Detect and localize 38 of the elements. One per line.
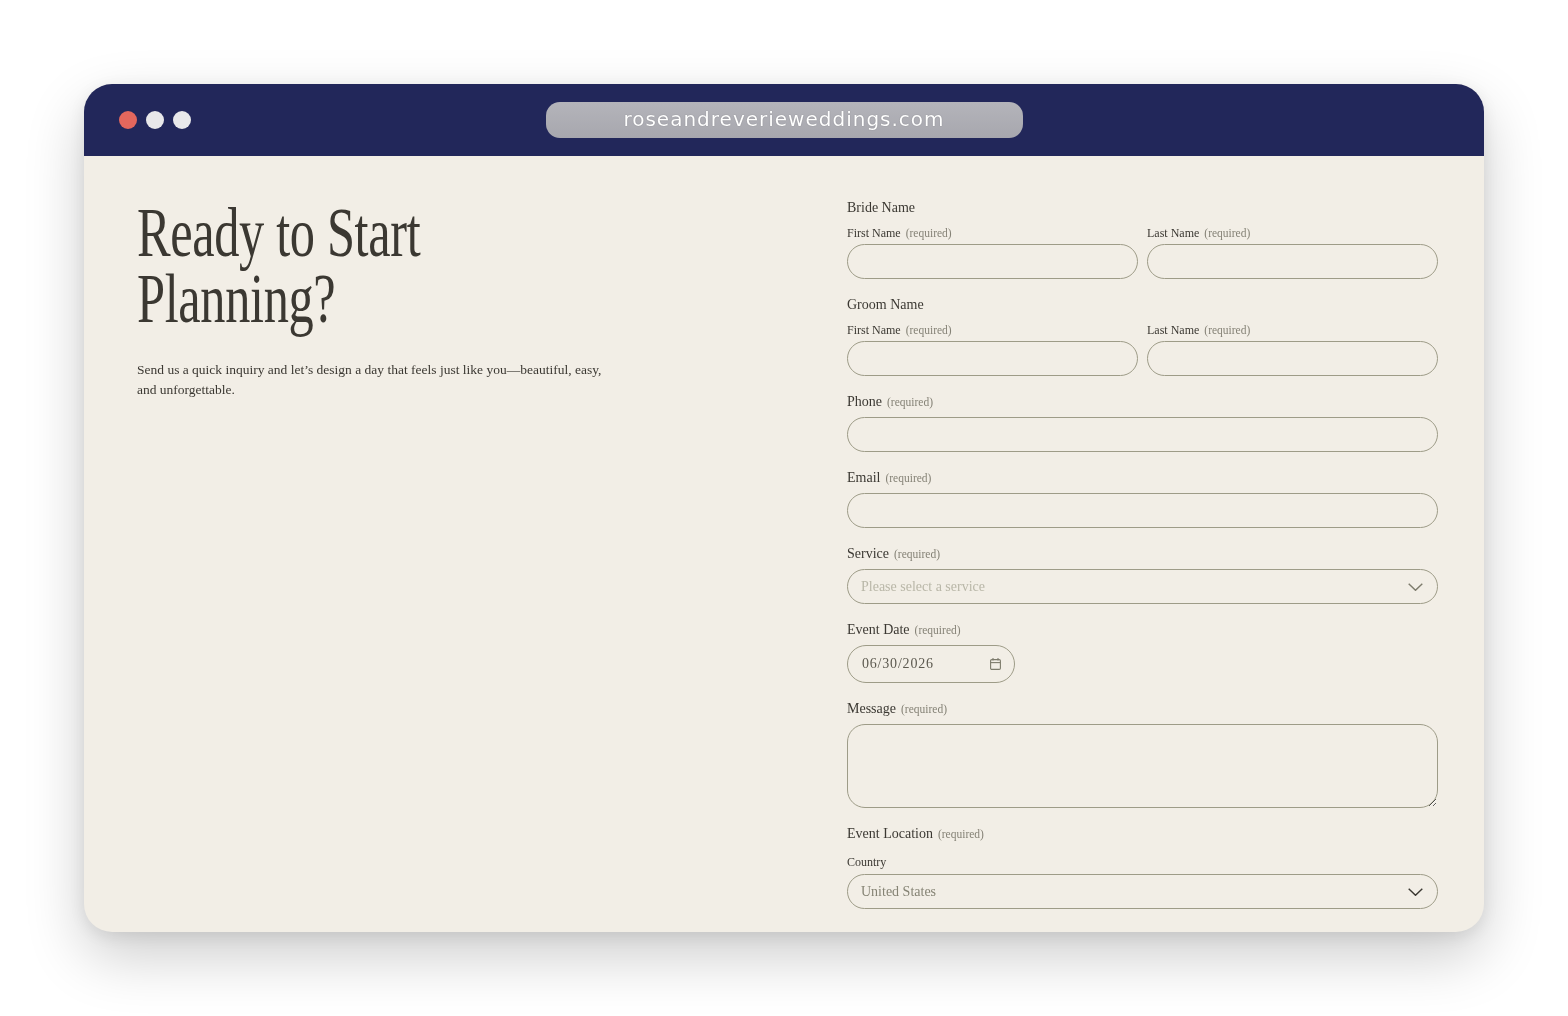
required-note: (required) bbox=[914, 624, 961, 636]
required-note: (required) bbox=[885, 472, 932, 484]
text-input[interactable] bbox=[1147, 341, 1438, 376]
required-note: (required) bbox=[937, 828, 984, 840]
required-note: (required) bbox=[1204, 227, 1251, 239]
field-label: Event Date bbox=[847, 622, 910, 638]
intro-text: Send us a quick inquiry and let’s design a day that feels just like you—beautiful, easy, and unforgettable. bbox=[137, 361, 603, 399]
text-input[interactable] bbox=[847, 341, 1138, 376]
text-input[interactable] bbox=[847, 244, 1138, 279]
required-note: (required) bbox=[905, 227, 952, 239]
field-label: Last Name bbox=[1147, 323, 1200, 337]
field-label: Message bbox=[847, 701, 896, 717]
required-note: (required) bbox=[887, 396, 933, 408]
text-input[interactable] bbox=[847, 417, 1438, 452]
field-label: First Name bbox=[847, 226, 901, 240]
calendar-icon bbox=[990, 658, 1001, 670]
field-group-label: Bride Name bbox=[847, 200, 916, 216]
field-label: Phone bbox=[847, 394, 882, 410]
required-note: (required) bbox=[905, 324, 952, 336]
page-heading: Ready to Start Planning? bbox=[137, 200, 422, 339]
window-control-icon[interactable] bbox=[146, 111, 164, 129]
chevron-down-icon bbox=[1408, 887, 1423, 896]
window-control-icon[interactable] bbox=[173, 111, 191, 129]
field-label: Last Name bbox=[1147, 226, 1200, 240]
field-label: Event Location bbox=[847, 826, 933, 842]
message-textarea[interactable] bbox=[847, 724, 1438, 808]
field-label: First Name bbox=[847, 323, 901, 337]
field-label: Email bbox=[847, 470, 881, 486]
required-note: (required) bbox=[894, 548, 940, 560]
chevron-down-icon bbox=[1408, 582, 1423, 591]
field-label: Country bbox=[847, 855, 887, 869]
required-note: (required) bbox=[1204, 324, 1251, 336]
field-group-label: Groom Name bbox=[847, 297, 924, 313]
text-input[interactable] bbox=[1147, 244, 1438, 279]
field-label: Service bbox=[847, 546, 889, 562]
required-note: (required) bbox=[901, 703, 947, 715]
text-input[interactable] bbox=[847, 493, 1438, 528]
address-bar[interactable]: roseandreverieweddings.com bbox=[545, 102, 1023, 138]
